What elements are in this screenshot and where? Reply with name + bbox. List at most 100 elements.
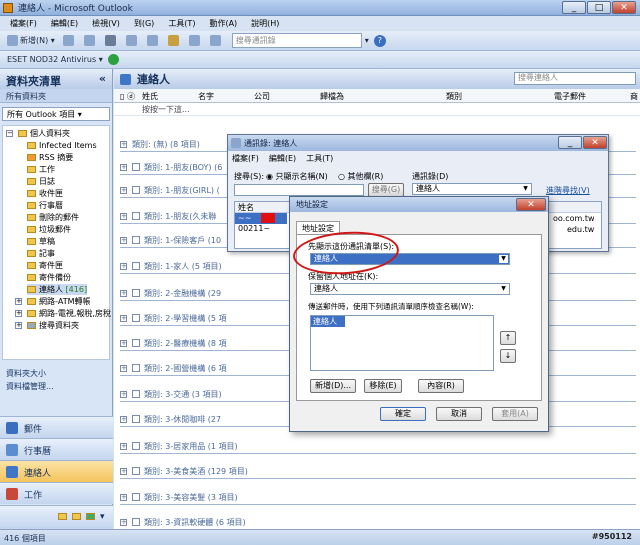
configure-buttons-icon[interactable]: ▾ — [100, 512, 105, 522]
ab-menu-file[interactable]: 檔案(F) — [232, 153, 259, 163]
new-button[interactable]: 新增(N) ▾ — [4, 33, 58, 49]
folder-icon[interactable] — [72, 513, 81, 520]
menu-file[interactable]: 檔案(F) — [10, 18, 37, 29]
tree-item[interactable]: 刪除的郵件 — [27, 212, 79, 223]
group-checkbox[interactable] — [132, 289, 140, 297]
nav-calendar-button[interactable]: 行事曆 — [0, 438, 113, 460]
nav-mail-button[interactable]: 郵件 — [0, 416, 113, 438]
tree-item[interactable]: 草稿 — [27, 236, 55, 247]
ok-button[interactable]: 確定 — [380, 407, 426, 421]
tree-item-contacts[interactable]: 連絡人 [416] — [27, 284, 88, 295]
tree-item[interactable]: RSS 摘要 — [27, 152, 73, 163]
tree-item[interactable]: 日誌 — [27, 176, 55, 187]
ab-minimize-button[interactable]: _ — [558, 136, 582, 149]
group-row[interactable]: + 類別: 1-朋友(GIRL) ( — [120, 183, 220, 197]
group-checkbox[interactable] — [132, 493, 140, 501]
tree-item[interactable]: 寄件匣 — [27, 260, 63, 271]
menu-edit[interactable]: 編輯(E) — [51, 18, 78, 29]
group-row[interactable]: + 類別: 2-金融機構 (29 — [120, 286, 221, 300]
col-last-name[interactable]: 姓氏 — [142, 91, 158, 102]
icon-column-header[interactable]: ▯ ⓓ — [120, 91, 135, 102]
eset-button[interactable]: ESET NOD32 Antivirus ▾ — [4, 52, 106, 68]
properties-button[interactable]: 內容(R) — [418, 379, 464, 393]
group-checkbox[interactable] — [132, 518, 140, 526]
menu-tools[interactable]: 工具(T) — [168, 18, 195, 29]
nav-contacts-button[interactable]: 連絡人 — [0, 460, 113, 482]
folder-view-selector[interactable]: 所有 Outlook 項目 ▾ — [2, 107, 110, 121]
group-checkbox[interactable] — [132, 314, 140, 322]
group-row[interactable]: + 類別: 2-國營機構 (6 項 — [120, 361, 227, 375]
more-columns-radio[interactable]: ○ 其他欄(R) — [338, 171, 383, 182]
ab-menu-tools[interactable]: 工具(T) — [306, 153, 333, 163]
group-checkbox[interactable] — [132, 390, 140, 398]
group-row[interactable]: + 類別: 3-美容美髮 (3 項目) — [120, 490, 238, 504]
group-row[interactable]: + 類別: 3-資訊軟硬體 (6 項目) — [120, 515, 246, 529]
check-order-item[interactable]: 連絡人 — [311, 316, 345, 327]
col-first-name[interactable]: 名字 — [198, 91, 214, 102]
tree-item[interactable]: + 網路-ATM轉帳 — [15, 296, 91, 307]
group-row[interactable]: + 類別: 3-休閒咖啡 (27 — [120, 412, 221, 426]
advanced-find-link[interactable]: 進階尋找(V) — [546, 185, 590, 196]
nav-tasks-button[interactable]: 工作 — [0, 482, 113, 504]
group-checkbox[interactable] — [132, 163, 140, 171]
menu-help[interactable]: 說明(H) — [251, 18, 279, 29]
print-button[interactable] — [60, 33, 79, 49]
group-row[interactable]: + 類別: 2-醫療機構 (8 項 — [120, 336, 227, 350]
search-contacts-input[interactable]: 搜尋連絡人 — [514, 72, 636, 85]
keep-address-select[interactable]: 連絡人 ▼ — [310, 283, 510, 295]
maximize-button[interactable]: □ — [587, 1, 611, 14]
col-email[interactable]: 電子郵件 — [554, 91, 586, 102]
group-checkbox[interactable] — [132, 415, 140, 423]
group-checkbox[interactable] — [132, 467, 140, 475]
col-business[interactable]: 商 — [630, 91, 638, 102]
dial-button[interactable] — [144, 33, 163, 49]
tree-item[interactable]: + 網路-電視,報稅,房稅 — [15, 308, 111, 319]
remove-list-button[interactable]: 移除(E) — [364, 379, 402, 393]
dialog-close-button[interactable]: ✕ — [516, 198, 546, 211]
group-row[interactable]: + 類別: 1-保險客戶 (10 — [120, 233, 221, 247]
eset-status-icon[interactable] — [107, 54, 119, 65]
group-row[interactable]: + 類別: 1-家人 (5 項目) — [120, 259, 222, 273]
minimize-button[interactable]: _ — [562, 1, 586, 14]
tree-item[interactable]: 記事 — [27, 248, 55, 259]
delete-button[interactable] — [102, 33, 121, 49]
group-row[interactable]: + 類別: 1-朋友(久未聯 — [120, 209, 216, 223]
search-dropdown[interactable]: ▾ — [362, 33, 372, 49]
tree-item[interactable]: 行事曆 — [27, 200, 63, 211]
shortcuts-icon[interactable] — [86, 513, 95, 520]
group-checkbox[interactable] — [132, 339, 140, 347]
add-list-button[interactable]: 新增(D)... — [310, 379, 356, 393]
col-company[interactable]: 公司 — [254, 91, 270, 102]
tree-item[interactable]: Infected Items — [27, 140, 97, 151]
menu-go[interactable]: 到(G) — [134, 18, 154, 29]
data-file-link[interactable]: 資料檔管理... — [6, 381, 106, 394]
group-checkbox[interactable] — [132, 186, 140, 194]
move-up-button[interactable]: ↑ — [500, 331, 516, 345]
ab-menu-edit[interactable]: 編輯(E) — [269, 153, 296, 163]
group-row[interactable]: + 類別: (無) (8 項目) — [120, 137, 200, 151]
col-file-as[interactable]: 歸檔為 — [320, 91, 344, 102]
ab-close-button[interactable]: ✕ — [583, 136, 607, 149]
move-down-button[interactable]: ↓ — [500, 349, 516, 363]
tab-address-settings[interactable]: 地址設定 — [296, 221, 340, 234]
group-checkbox[interactable] — [132, 212, 140, 220]
check-order-list[interactable]: 連絡人 — [310, 315, 494, 371]
collapse-nav-button[interactable]: « — [99, 72, 106, 85]
tree-item[interactable]: − 個人資料夾 — [6, 128, 70, 139]
group-checkbox[interactable] — [132, 236, 140, 244]
address-book-select[interactable]: 連絡人 ▼ — [412, 183, 532, 195]
group-checkbox[interactable] — [132, 442, 140, 450]
tree-item[interactable]: 垃圾郵件 — [27, 224, 71, 235]
flag-button[interactable] — [186, 33, 205, 49]
notes-icon[interactable] — [58, 513, 67, 520]
help-icon[interactable]: ? — [373, 34, 386, 47]
group-checkbox[interactable] — [132, 364, 140, 372]
mail-button[interactable] — [123, 33, 142, 49]
menu-view[interactable]: 檢視(V) — [92, 18, 120, 29]
tree-item[interactable]: 工作 — [27, 164, 55, 175]
close-button[interactable]: ✕ — [612, 1, 636, 14]
address-row-selected[interactable]: ~~ — [235, 213, 287, 224]
group-row[interactable]: + 類別: 3-居家用品 (1 項目) — [120, 439, 238, 453]
address-book-search[interactable]: 搜尋通訊錄 — [231, 33, 362, 48]
new-item-row[interactable]: 按按一下這... — [114, 103, 640, 116]
